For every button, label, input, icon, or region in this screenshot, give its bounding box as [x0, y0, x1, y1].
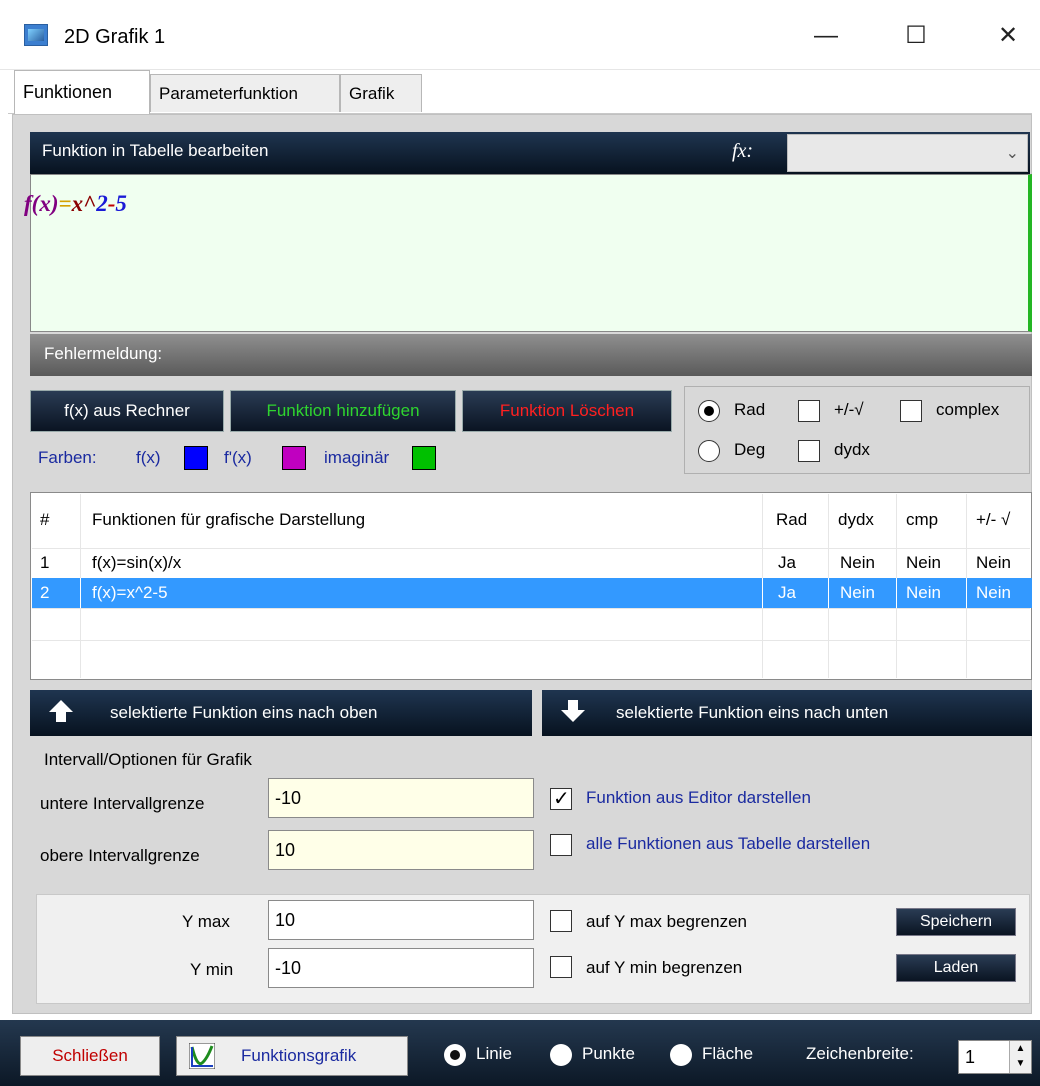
formula-text: f(x)=x^2-5	[24, 191, 127, 216]
table-row-selected[interactable]	[32, 578, 1032, 608]
save-button[interactable]: Speichern	[896, 908, 1016, 936]
app-icon	[24, 24, 48, 46]
limit-ymin-label: auf Y min begrenzen	[586, 958, 743, 977]
move-down-button[interactable]: selektierte Funktion eins nach unten	[542, 690, 1032, 736]
arrow-down-icon	[561, 700, 585, 722]
function-editor[interactable]: f(x)=x^2-5	[24, 174, 1032, 332]
graph-icon	[189, 1043, 215, 1069]
points-label: Punkte	[582, 1044, 635, 1063]
row-dydx: Nein	[840, 553, 875, 572]
row-plusminus: Nein	[976, 583, 1011, 602]
color-dfx-label: f'(x)	[224, 448, 252, 467]
row-rad: Ja	[778, 553, 796, 572]
lower-interval-label: untere Intervallgrenze	[40, 794, 205, 813]
error-bar	[30, 334, 1032, 376]
deg-label: Deg	[734, 440, 766, 459]
chevron-down-icon: ⌄	[1005, 145, 1019, 162]
upper-interval-label: obere Intervallgrenze	[40, 846, 200, 865]
row-rad: Ja	[778, 583, 796, 602]
ymin-input[interactable]: -10	[268, 948, 534, 988]
tab-grafik[interactable]: Grafik	[340, 74, 422, 112]
close-button[interactable]: Schließen	[20, 1036, 160, 1076]
maximize-button[interactable]: ☐	[896, 22, 936, 52]
colors-label: Farben:	[38, 448, 97, 467]
table-header-functions: Funktionen für grafische Darstellung	[92, 510, 366, 529]
move-up-label: selektierte Funktion eins nach oben	[110, 703, 378, 722]
error-label: Fehlermeldung:	[44, 344, 163, 363]
deg-radio[interactable]	[698, 440, 720, 462]
row-num: 2	[40, 583, 50, 602]
plusminus-checkbox[interactable]	[798, 400, 820, 422]
color-dfx-swatch[interactable]	[282, 446, 306, 470]
editor-header-title: Funktion in Tabelle bearbeiten	[42, 141, 269, 160]
close-window-button[interactable]: ✕	[988, 22, 1028, 52]
limit-ymax-checkbox[interactable]	[550, 910, 572, 932]
table-header-dydx: dydx	[838, 510, 874, 529]
move-down-label: selektierte Funktion eins nach unten	[616, 703, 889, 722]
show-editor-checkbox[interactable]	[550, 786, 572, 811]
show-all-checkbox[interactable]	[550, 834, 572, 856]
draw-width-spinner[interactable]: 1 ▲ ▼	[958, 1040, 1032, 1074]
table-header-num: #	[40, 510, 50, 529]
lower-interval-input[interactable]: -10	[268, 778, 534, 818]
spinner-arrows-icon[interactable]: ▲ ▼	[1009, 1041, 1031, 1073]
table-header-cmp: cmp	[906, 510, 939, 529]
from-calculator-button[interactable]: f(x) aus Rechner	[30, 390, 224, 432]
delete-function-button[interactable]: Funktion Löschen	[462, 390, 672, 432]
arrow-up-icon	[49, 700, 73, 722]
ymax-input[interactable]: 10	[268, 900, 534, 940]
plusminus-label: +/-√	[834, 400, 864, 419]
limit-ymax-label: auf Y max begrenzen	[586, 912, 747, 931]
color-imag-swatch[interactable]	[412, 446, 436, 470]
row-function: f(x)=sin(x)/x	[92, 553, 182, 572]
row-num: 1	[40, 553, 50, 572]
color-imag-label: imaginär	[324, 448, 390, 467]
area-label: Fläche	[702, 1044, 754, 1063]
line-label: Linie	[476, 1044, 512, 1063]
row-dydx: Nein	[840, 583, 875, 602]
points-radio[interactable]	[550, 1044, 572, 1066]
dydx-checkbox[interactable]	[798, 440, 820, 462]
ymin-label: Y min	[190, 960, 234, 979]
table-row[interactable]	[32, 550, 1030, 578]
area-radio[interactable]	[670, 1044, 692, 1066]
function-graph-button[interactable]: Funktionsgrafik	[176, 1036, 408, 1076]
load-button[interactable]: Laden	[896, 954, 1016, 982]
row-function: f(x)=x^2-5	[92, 583, 168, 602]
fx-label: fx:	[732, 140, 754, 162]
show-editor-label: Funktion aus Editor darstellen	[586, 788, 811, 807]
complex-label: complex	[936, 400, 1000, 419]
fx-dropdown[interactable]: ⌄	[787, 134, 1028, 172]
table-header-plusminus: +/- √	[976, 510, 1011, 529]
upper-interval-input[interactable]: 10	[268, 830, 534, 870]
row-cmp: Nein	[906, 583, 941, 602]
add-function-button[interactable]: Funktion hinzufügen	[230, 390, 456, 432]
move-up-button[interactable]: selektierte Funktion eins nach oben	[30, 690, 532, 736]
line-radio[interactable]	[444, 1044, 466, 1066]
rad-radio[interactable]	[698, 400, 720, 422]
rad-label: Rad	[734, 400, 766, 419]
tab-funktionen[interactable]: Funktionen	[14, 70, 150, 114]
tab-parameterfunktion[interactable]: Parameterfunktion	[150, 74, 340, 112]
dydx-label: dydx	[834, 440, 870, 459]
table-header-rad: Rad	[776, 510, 808, 529]
draw-width-label: Zeichenbreite:	[806, 1044, 914, 1063]
minimize-button[interactable]: —	[806, 22, 846, 52]
show-all-label: alle Funktionen aus Tabelle darstellen	[586, 834, 871, 853]
interval-title: Intervall/Optionen für Grafik	[44, 750, 252, 769]
color-fx-swatch[interactable]	[184, 446, 208, 470]
function-graph-label: Funktionsgrafik	[241, 1046, 357, 1065]
row-cmp: Nein	[906, 553, 941, 572]
complex-checkbox[interactable]	[900, 400, 922, 422]
color-fx-label: f(x)	[136, 448, 161, 467]
row-plusminus: Nein	[976, 553, 1011, 572]
ymax-label: Y max	[182, 912, 230, 931]
draw-width-value: 1	[965, 1047, 976, 1067]
window-title: 2D Grafik 1	[64, 26, 166, 48]
limit-ymin-checkbox[interactable]	[550, 956, 572, 978]
